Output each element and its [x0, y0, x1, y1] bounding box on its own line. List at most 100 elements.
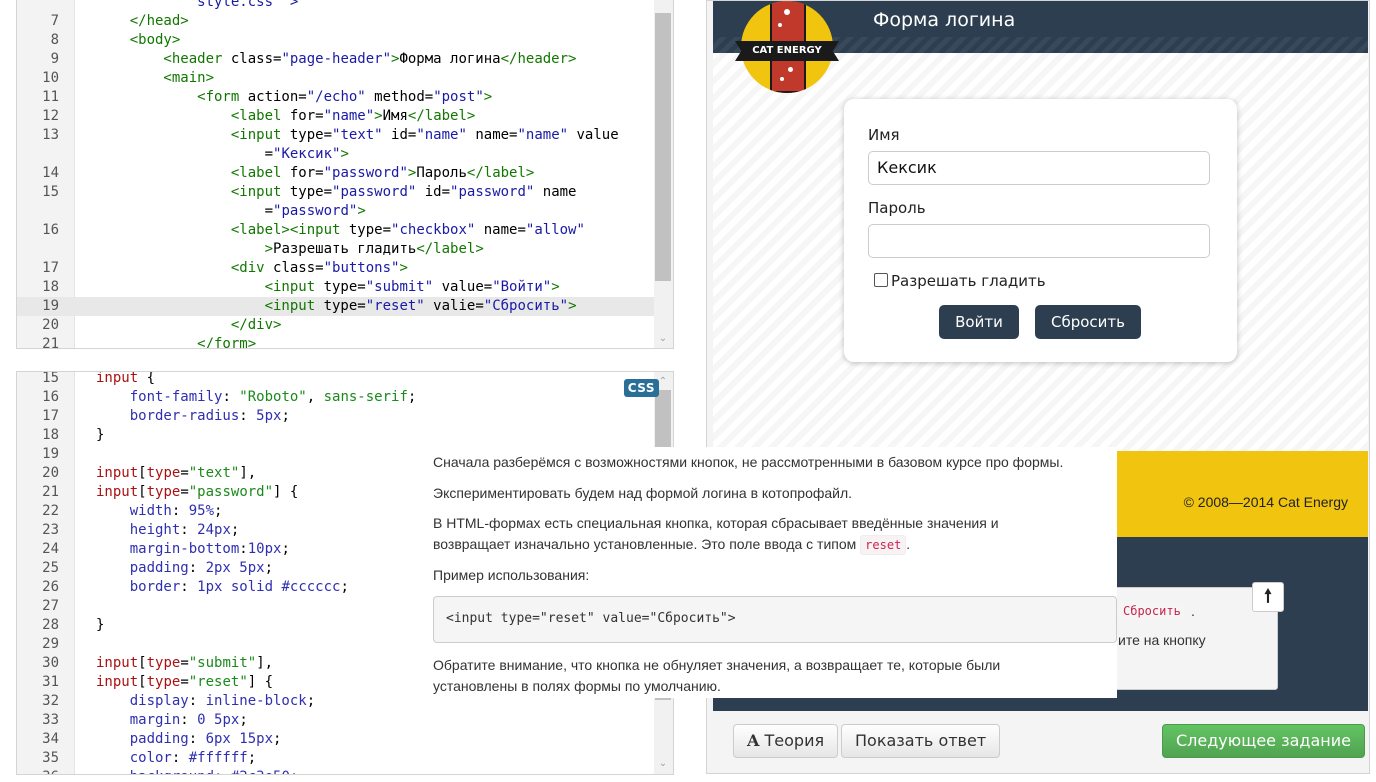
code-line[interactable]: 16 font-family: "Roboto", sans-serif;	[17, 388, 654, 407]
code-line[interactable]: 35 color: #ffffff;	[17, 749, 654, 768]
show-answer-button[interactable]: Показать ответ	[841, 724, 1001, 758]
code-line[interactable]: 15 <input type="password" id="password" …	[17, 183, 654, 202]
code-line[interactable]: 18}	[17, 426, 654, 445]
allow-checkbox[interactable]	[874, 273, 888, 287]
code-line[interactable]: 33 margin: 0 5px;	[17, 711, 654, 730]
line-number: 25	[42, 560, 59, 576]
code-line[interactable]: 7 </head>	[17, 12, 654, 31]
code-text: input[type="reset"] {	[96, 674, 274, 690]
code-text: <form action="/echo" method="post">	[96, 89, 493, 105]
line-number: 13	[42, 127, 59, 143]
logo-bubble	[778, 23, 782, 27]
code-line[interactable]: 8 <body>	[17, 31, 654, 50]
code-line[interactable]: 16 <label><input type="checkbox" name="a…	[17, 221, 654, 240]
line-number: 29	[42, 636, 59, 652]
password-input[interactable]	[868, 224, 1210, 258]
code-text: <body>	[96, 32, 181, 48]
theory-icon: A	[747, 731, 760, 750]
code-text: <input type="text" id="name" name="name"…	[96, 127, 619, 143]
code-line[interactable]: 12 <label for="name">Имя</label>	[17, 107, 654, 126]
code-line[interactable]: 14 <label for="password">Пароль</label>	[17, 164, 654, 183]
code-line[interactable]: ="password">	[17, 202, 654, 221]
line-number: 24	[42, 541, 59, 557]
code-text: margin-bottom:10px;	[96, 541, 290, 557]
logo-bubble	[780, 77, 784, 81]
name-input[interactable]: Кексик	[868, 151, 1210, 185]
theory-text: возвращает изначально установленные. Это…	[433, 536, 861, 552]
scroll-down-icon[interactable]: ⌄	[657, 333, 669, 345]
code-line[interactable]: 18 <input type="submit" value="Войти">	[17, 278, 654, 297]
line-number: 31	[42, 674, 59, 690]
code-text: display: inline-block;	[96, 693, 316, 709]
hint-text: ите на кнопку	[1118, 632, 1206, 648]
code-line[interactable]: 21 </form>	[17, 335, 654, 349]
password-label: Пароль	[868, 199, 926, 217]
theory-button[interactable]: A Теория	[733, 724, 839, 758]
code-line[interactable]: 34 padding: 6px 15px;	[17, 730, 654, 749]
code-line[interactable]: 10 <main>	[17, 69, 654, 88]
code-line[interactable]: 13 <input type="text" id="name" name="na…	[17, 126, 654, 145]
line-number: 22	[42, 503, 59, 519]
page-title: Форма логина	[873, 9, 1016, 31]
code-line[interactable]: >Разрешать гладить</label>	[17, 240, 654, 259]
cat-energy-logo: CAT ENERGY	[735, 1, 839, 93]
line-number: 23	[42, 522, 59, 538]
allow-checkbox-label[interactable]: Разрешать гладить	[891, 272, 1046, 290]
line-number: 33	[42, 712, 59, 728]
code-text: height: 24px;	[96, 522, 240, 538]
theory-text: .	[906, 536, 911, 552]
code-line[interactable]: "style.css" >	[17, 0, 654, 12]
code-text: input[type="password"] {	[96, 484, 299, 500]
scroll-down-icon[interactable]: ⌄	[657, 758, 669, 770]
code-line[interactable]: 36 background: #2c3e50;	[17, 768, 654, 774]
theory-text: установлены в полях формы по умолчанию.	[433, 678, 721, 694]
copyright-text: © 2008—2014 Cat Energy	[1183, 494, 1348, 510]
code-line[interactable]: 15 input {	[17, 371, 654, 388]
line-number: 15	[42, 371, 59, 386]
arrow-up-icon[interactable]: 🠕	[1252, 582, 1284, 612]
editor-scrollbar[interactable]: ⌄	[654, 0, 673, 348]
logo-bubble	[784, 9, 790, 15]
code-text: padding: 6px 15px;	[96, 731, 282, 747]
theory-paragraph: Пример использования:	[433, 567, 590, 583]
line-number: 8	[50, 32, 59, 48]
code-line[interactable]: 17 border-radius: 5px;	[17, 407, 654, 426]
code-example: <input type="reset" value="Сбросить">	[433, 596, 1117, 643]
code-text: color: #ffffff;	[96, 750, 257, 766]
code-line[interactable]: 20 </div>	[17, 316, 654, 335]
hint-dot: .	[1191, 603, 1195, 619]
app-root: "style.css" >7 </head> 8 <body> 9 <header …	[0, 0, 1376, 782]
theory-text: В HTML-формах есть специальная кнопка, к…	[433, 515, 999, 531]
line-number: 30	[42, 655, 59, 671]
code-line[interactable]: 9 <header class="page-header">Форма логи…	[17, 50, 654, 69]
code-text: padding: 2px 5px;	[96, 560, 274, 576]
code-line[interactable]: 17 <div class="buttons">	[17, 259, 654, 278]
line-number: 18	[42, 427, 59, 443]
scrollbar-thumb[interactable]	[655, 13, 671, 281]
code-text: </form>	[96, 336, 257, 349]
theory-popup: Сначала разберёмся с возможностями кнопо…	[421, 447, 1117, 698]
code-line[interactable]: 11 <form action="/echo" method="post">	[17, 88, 654, 107]
line-number: 35	[42, 750, 59, 766]
line-number: 17	[42, 260, 59, 276]
code-text: }	[96, 617, 105, 633]
reset-button[interactable]: Сбросить	[1035, 305, 1141, 339]
line-number: 18	[42, 279, 59, 295]
code-text: }	[96, 427, 105, 443]
next-task-button[interactable]: Следующее задание	[1162, 724, 1365, 758]
submit-button[interactable]: Войти	[939, 305, 1019, 339]
task-controls: A Теория Показать ответ Следующее задани…	[707, 711, 1369, 775]
code-text: </div>	[96, 317, 282, 333]
code-text: width: 95%;	[96, 503, 223, 519]
line-number: 36	[17, 768, 75, 774]
theory-paragraph: Сначала разберёмся с возможностями кнопо…	[433, 454, 1064, 470]
line-number: 20	[42, 317, 59, 333]
hint-code: Сбросить	[1119, 602, 1185, 620]
code-text: <input type="password" id="password" nam…	[96, 184, 577, 200]
html-code-editor[interactable]: "style.css" >7 </head> 8 <body> 9 <header …	[16, 0, 674, 349]
code-line[interactable]: 19 <input type="reset" valie="Сбросить">	[17, 297, 654, 316]
line-number: 28	[42, 617, 59, 633]
code-text: margin: 0 5px;	[96, 712, 248, 728]
code-line[interactable]: ="Кексик">	[17, 145, 654, 164]
code-text: background: #2c3e50;	[96, 768, 299, 774]
